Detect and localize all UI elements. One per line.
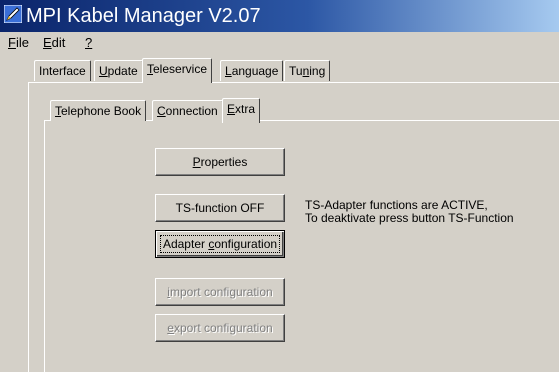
pencil-app-icon <box>4 5 22 23</box>
status-line-2: To deaktivate press button TS-Function <box>305 211 514 225</box>
tab-language[interactable]: Language <box>220 60 284 81</box>
export-configuration-button[interactable]: export configuration <box>155 314 285 342</box>
tab-interface[interactable]: Interface <box>34 60 91 81</box>
tab-extra[interactable]: Extra <box>222 98 261 123</box>
tab-update[interactable]: Update <box>94 60 143 81</box>
menu-bar: File Edit ? <box>0 32 559 52</box>
title-bar[interactable]: MPI Kabel Manager V2.07 <box>0 0 559 32</box>
menu-edit[interactable]: Edit <box>43 35 65 51</box>
tab-connection[interactable]: Connection <box>152 100 223 121</box>
ts-function-button[interactable]: TS-function OFF <box>155 194 285 222</box>
tab-teleservice[interactable]: Teleservice <box>142 58 213 83</box>
properties-button[interactable]: Properties <box>155 148 285 176</box>
tab-tuning[interactable]: Tuning <box>284 60 331 81</box>
adapter-configuration-button[interactable]: Adapter configuration <box>155 230 285 258</box>
app-window: MPI Kabel Manager V2.07 File Edit ? Inte… <box>0 0 559 373</box>
menu-help[interactable]: ? <box>85 35 92 51</box>
import-configuration-button[interactable]: import configuration <box>155 278 285 306</box>
tab-telephone-book[interactable]: Telephone Book <box>50 100 147 121</box>
extra-panel <box>44 120 559 373</box>
window-title: MPI Kabel Manager V2.07 <box>26 5 261 27</box>
status-text: TS-Adapter functions are ACTIVE, To deak… <box>305 199 514 225</box>
menu-file[interactable]: File <box>8 35 29 51</box>
